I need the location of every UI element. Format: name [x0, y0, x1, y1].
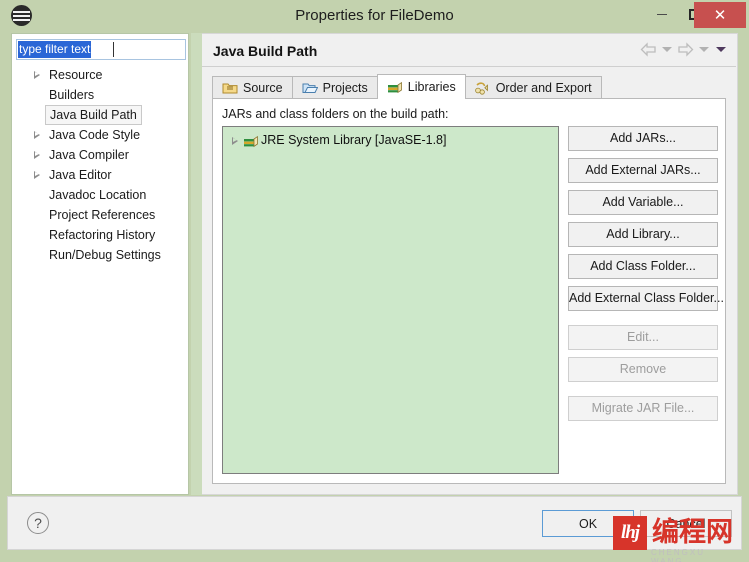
source-folder-icon — [222, 81, 238, 95]
close-button[interactable]: ✕ — [694, 2, 746, 28]
library-action-buttons: Add JARs... Add External JARs... Add Var… — [568, 126, 724, 428]
sidebar-item-label: Builders — [49, 88, 95, 102]
order-export-icon — [474, 81, 491, 95]
libraries-tab-panel: JARs and class folders on the build path… — [212, 98, 726, 484]
tab-label: Projects — [322, 81, 368, 95]
sidebar-resize-sash[interactable] — [191, 33, 202, 495]
help-icon[interactable]: ? — [27, 512, 49, 534]
sidebar-item-label: Resource — [49, 68, 103, 82]
tab-label: Source — [243, 81, 283, 95]
edit-button[interactable]: Edit... — [568, 325, 718, 350]
expand-triangle-icon[interactable] — [34, 171, 40, 179]
add-class-folder-button[interactable]: Add Class Folder... — [568, 254, 718, 279]
sidebar-item-label: Run/Debug Settings — [49, 248, 161, 262]
dialog-body: type filter text Resource Builders Java … — [7, 31, 742, 524]
add-jars-button[interactable]: Add JARs... — [568, 126, 718, 151]
window-title: Properties for FileDemo — [295, 7, 454, 24]
sidebar-item-run-debug-settings[interactable]: Run/Debug Settings — [13, 245, 188, 265]
sidebar-item-label: Java Compiler — [49, 148, 129, 162]
sidebar-item-java-compiler[interactable]: Java Compiler — [13, 145, 188, 165]
sidebar-item-project-references[interactable]: Project References — [13, 205, 188, 225]
sidebar-item-builders[interactable]: Builders — [13, 85, 188, 105]
content-pane: Java Build Path Source Projects Librarie… — [202, 33, 738, 495]
watermark-subtext: CHENGXU WANG — [651, 548, 706, 562]
watermark: lhj 编程网 CHENGXU WANG — [613, 516, 733, 562]
expand-triangle-icon[interactable] — [232, 137, 238, 145]
sidebar-item-label: Java Build Path — [45, 105, 142, 125]
watermark-text: 编程网 — [652, 517, 733, 548]
add-library-button[interactable]: Add Library... — [568, 222, 718, 247]
back-arrow-icon[interactable] — [640, 42, 657, 57]
forward-chevron-down-icon[interactable] — [699, 47, 709, 52]
search-input[interactable]: type filter text — [18, 41, 92, 58]
sidebar-item-resource[interactable]: Resource — [13, 65, 188, 85]
settings-tree: Resource Builders Java Build Path Java C… — [13, 65, 188, 265]
panel-description: JARs and class folders on the build path… — [222, 107, 449, 121]
properties-dialog: Properties for FileDemo ✕ type filter te… — [0, 0, 749, 562]
expand-triangle-icon[interactable] — [34, 131, 40, 139]
sidebar-item-java-editor[interactable]: Java Editor — [13, 165, 188, 185]
expand-triangle-icon[interactable] — [34, 151, 40, 159]
remove-button[interactable]: Remove — [568, 357, 718, 382]
tree-row-jre-system-library[interactable]: JRE System Library [JavaSE-1.8] — [223, 131, 558, 150]
sidebar-item-label: Java Editor — [49, 168, 112, 182]
page-header: Java Build Path — [202, 34, 736, 67]
text-caret — [113, 42, 114, 57]
window-bottom-edge — [0, 550, 749, 562]
tab-order-and-export[interactable]: Order and Export — [464, 76, 602, 99]
page-title: Java Build Path — [213, 43, 318, 59]
build-path-tabs: Source Projects Libraries Order and Expo… — [212, 74, 602, 99]
watermark-logo-icon: lhj — [613, 516, 647, 550]
view-menu-chevron-down-icon[interactable] — [716, 47, 726, 52]
migrate-jar-file-button[interactable]: Migrate JAR File... — [568, 396, 718, 421]
sidebar-item-refactoring-history[interactable]: Refactoring History — [13, 225, 188, 245]
tab-source[interactable]: Source — [212, 76, 293, 99]
expand-triangle-icon[interactable] — [34, 71, 40, 79]
add-external-jars-button[interactable]: Add External JARs... — [568, 158, 718, 183]
title-bar: Properties for FileDemo ✕ — [0, 0, 749, 31]
tab-libraries[interactable]: Libraries — [376, 74, 466, 99]
tab-label: Libraries — [407, 80, 456, 94]
add-variable-button[interactable]: Add Variable... — [568, 190, 718, 215]
tab-projects[interactable]: Projects — [291, 76, 378, 99]
filter-input-wrapper[interactable]: type filter text — [16, 39, 186, 60]
tree-row-label: JRE System Library [JavaSE-1.8] — [261, 133, 447, 147]
sidebar-item-label: Project References — [49, 208, 156, 222]
add-external-class-folder-button[interactable]: Add External Class Folder... — [568, 286, 724, 311]
build-path-entries-tree[interactable]: JRE System Library [JavaSE-1.8] — [222, 126, 559, 474]
settings-sidebar: type filter text Resource Builders Java … — [11, 33, 189, 495]
sidebar-item-java-code-style[interactable]: Java Code Style — [13, 125, 188, 145]
minimize-button[interactable] — [648, 0, 676, 28]
libraries-books-icon — [387, 80, 403, 94]
tab-label: Order and Export — [495, 81, 592, 95]
forward-arrow-icon[interactable] — [677, 42, 694, 57]
sidebar-item-label: Javadoc Location — [49, 188, 147, 202]
page-nav-icons — [640, 42, 728, 57]
sidebar-item-label: Refactoring History — [49, 228, 156, 242]
library-books-icon — [243, 134, 259, 148]
sidebar-item-java-build-path[interactable]: Java Build Path — [13, 105, 188, 125]
back-chevron-down-icon[interactable] — [662, 47, 672, 52]
open-folder-icon — [302, 81, 318, 95]
sidebar-item-javadoc-location[interactable]: Javadoc Location — [13, 185, 188, 205]
sidebar-item-label: Java Code Style — [49, 128, 141, 142]
